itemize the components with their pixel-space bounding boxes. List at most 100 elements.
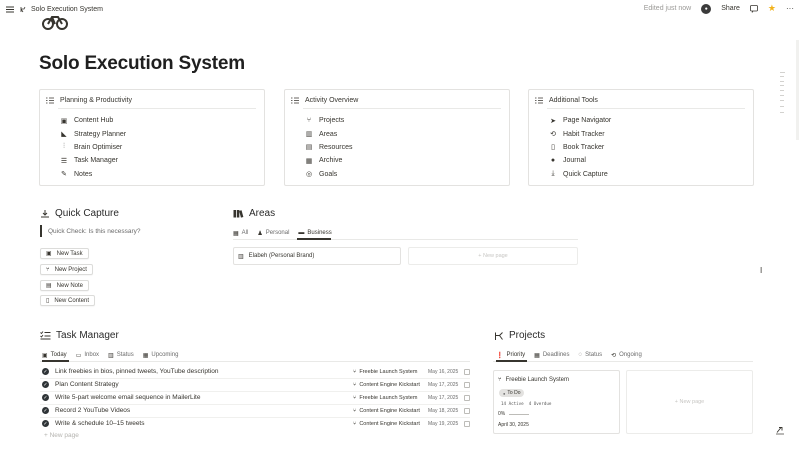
nav-label[interactable]: Archive <box>319 157 342 164</box>
tab-inbox[interactable]: ▭ Inbox <box>76 350 99 360</box>
tab-label[interactable]: Personal <box>266 230 290 236</box>
project-card[interactable]: ⑂ Freebie Launch System ● To Do 14 Active… <box>493 370 620 434</box>
task-checkbox[interactable] <box>464 407 470 414</box>
nav-journal[interactable]: ● Journal <box>549 154 611 167</box>
task-checkbox[interactable] <box>464 420 470 427</box>
nav-label[interactable]: Page Navigator <box>563 117 611 124</box>
breadcrumb[interactable]: Solo Execution System <box>20 6 103 13</box>
toc-marker[interactable] <box>780 95 784 96</box>
project-name[interactable]: Freebie Launch System <box>506 377 569 383</box>
nav-label[interactable]: Journal <box>563 157 586 164</box>
tab-ongoing[interactable]: ⟲ Ongoing <box>611 350 642 360</box>
nav-label[interactable]: Resources <box>319 144 352 151</box>
task-checkbox[interactable] <box>464 368 470 375</box>
check-circle-icon[interactable]: ✓ <box>42 381 49 388</box>
project-name[interactable]: Freebie Launch System <box>359 369 417 375</box>
project-name[interactable]: Content Engine Kickstart <box>359 382 420 388</box>
new-task-button[interactable]: ▣ New Task <box>40 248 89 259</box>
toc-marker[interactable] <box>780 112 784 113</box>
tab-status[interactable]: ▥ Status <box>108 350 134 360</box>
task-project[interactable]: ⑂ Freebie Launch System <box>353 369 417 375</box>
task-checkbox[interactable] <box>464 381 470 388</box>
nav-label[interactable]: Task Manager <box>74 157 118 164</box>
nav-label[interactable]: Projects <box>319 117 344 124</box>
tab-label[interactable]: Ongoing <box>619 352 642 358</box>
task-name[interactable]: Write & schedule 10–15 tweets <box>55 420 145 427</box>
project-name[interactable]: Content Engine Kickstart <box>359 408 420 414</box>
task-row[interactable]: ✓ Plan Content Strategy ⑂ Content Engine … <box>40 378 470 391</box>
nav-habit-tracker[interactable]: ⟲ Habit Tracker <box>549 127 611 140</box>
nav-notes[interactable]: ✎ Notes <box>60 168 126 181</box>
task-name[interactable]: Link freebies in bios, pinned tweets, Yo… <box>55 368 218 375</box>
task-checkbox[interactable] <box>464 394 470 401</box>
new-project-button[interactable]: ⑂ New Project <box>40 264 93 275</box>
task-row[interactable]: ✓ Write 5-part welcome email sequence in… <box>40 391 470 404</box>
more-icon[interactable]: ··· <box>786 4 794 13</box>
tab-priority[interactable]: ❗ Priority <box>496 350 525 360</box>
tab-label[interactable]: Deadlines <box>543 352 570 358</box>
nav-label[interactable]: Brain Optimiser <box>74 144 122 151</box>
task-row[interactable]: ✓ Link freebies in bios, pinned tweets, … <box>40 365 470 378</box>
nav-content-hub[interactable]: ▣ Content Hub <box>60 114 126 127</box>
scrollbar[interactable] <box>796 40 799 140</box>
tab-project-status[interactable]: ◌ Status <box>579 350 603 360</box>
breadcrumb-title[interactable]: Solo Execution System <box>31 6 103 13</box>
task-name[interactable]: Plan Content Strategy <box>55 381 119 388</box>
area-name[interactable]: Elabeh (Personal Brand) <box>249 253 315 259</box>
nav-strategy-planner[interactable]: ◣ Strategy Planner <box>60 127 126 140</box>
project-name[interactable]: Content Engine Kickstart <box>359 421 420 427</box>
nav-label[interactable]: Habit Tracker <box>563 131 605 138</box>
tab-label[interactable]: Today <box>51 352 67 358</box>
toc-marker[interactable] <box>780 106 784 107</box>
toc-marker[interactable] <box>780 72 785 73</box>
nav-areas[interactable]: ▥ Areas <box>305 127 352 140</box>
tab-deadlines[interactable]: ▦ Deadlines <box>534 350 569 360</box>
tab-business[interactable]: ▬ Business <box>298 228 331 238</box>
nav-label[interactable]: Goals <box>319 171 337 178</box>
nav-archive[interactable]: ▦ Archive <box>305 154 352 167</box>
task-project[interactable]: ⑂ Content Engine Kickstart <box>353 421 420 427</box>
tab-label[interactable]: Upcoming <box>151 352 178 358</box>
projects-new-page-button[interactable]: + New page <box>626 370 753 434</box>
nav-label[interactable]: Strategy Planner <box>74 131 126 138</box>
new-content-button[interactable]: ▯ New Content <box>40 295 95 306</box>
tab-label[interactable]: Business <box>307 230 331 236</box>
areas-new-page-button[interactable]: + New page <box>408 247 578 265</box>
tab-label[interactable]: Priority <box>506 352 525 358</box>
check-circle-icon[interactable]: ✓ <box>42 394 49 401</box>
task-project[interactable]: ⑂ Content Engine Kickstart <box>353 408 420 414</box>
nav-projects[interactable]: ⑂ Projects <box>305 114 352 127</box>
nav-resources[interactable]: ▤ Resources <box>305 141 353 154</box>
check-circle-icon[interactable]: ✓ <box>42 407 49 414</box>
star-icon[interactable]: ★ <box>768 3 776 14</box>
tab-label[interactable]: Status <box>117 352 134 358</box>
toc-marker[interactable] <box>780 85 784 86</box>
nav-book-tracker[interactable]: ▯ Book Tracker <box>549 141 611 154</box>
comment-icon[interactable] <box>750 4 758 13</box>
nav-task-manager[interactable]: ☰ Task Manager <box>60 154 126 167</box>
toc-marker[interactable] <box>780 90 784 91</box>
check-circle-icon[interactable]: ✓ <box>42 368 49 375</box>
area-card[interactable]: ▥ Elabeh (Personal Brand) <box>233 247 401 265</box>
nav-brain-optimiser[interactable]: ⫶ Brain Optimiser <box>60 141 126 154</box>
new-note-button[interactable]: ▤ New Note <box>40 280 90 291</box>
tab-personal[interactable]: ♟ Personal <box>257 228 289 238</box>
tab-all[interactable]: ▦ All <box>233 228 248 238</box>
toc-marker[interactable] <box>780 100 784 101</box>
task-name[interactable]: Record 2 YouTube Videos <box>55 407 130 414</box>
toc-marker[interactable] <box>780 81 784 82</box>
task-name[interactable]: Write 5-part welcome email sequence in M… <box>55 394 200 401</box>
nav-label[interactable]: Quick Capture <box>563 171 608 178</box>
toc-marker[interactable] <box>780 76 784 77</box>
avatar[interactable]: ● <box>701 3 712 14</box>
menu-icon[interactable] <box>6 6 14 13</box>
task-row[interactable]: ✓ Record 2 YouTube Videos ⑂ Content Engin… <box>40 404 470 417</box>
share-button[interactable]: Share <box>721 5 740 12</box>
nav-label[interactable]: Book Tracker <box>563 144 604 151</box>
nav-quick-capture[interactable]: ⤓ Quick Capture <box>549 168 611 181</box>
project-name[interactable]: Freebie Launch System <box>359 395 417 401</box>
tasks-new-page-button[interactable]: + New page <box>44 432 79 439</box>
nav-page-navigator[interactable]: ➤ Page Navigator <box>549 114 611 127</box>
tab-upcoming[interactable]: ▦ Upcoming <box>143 350 179 360</box>
nav-label[interactable]: Content Hub <box>74 117 113 124</box>
